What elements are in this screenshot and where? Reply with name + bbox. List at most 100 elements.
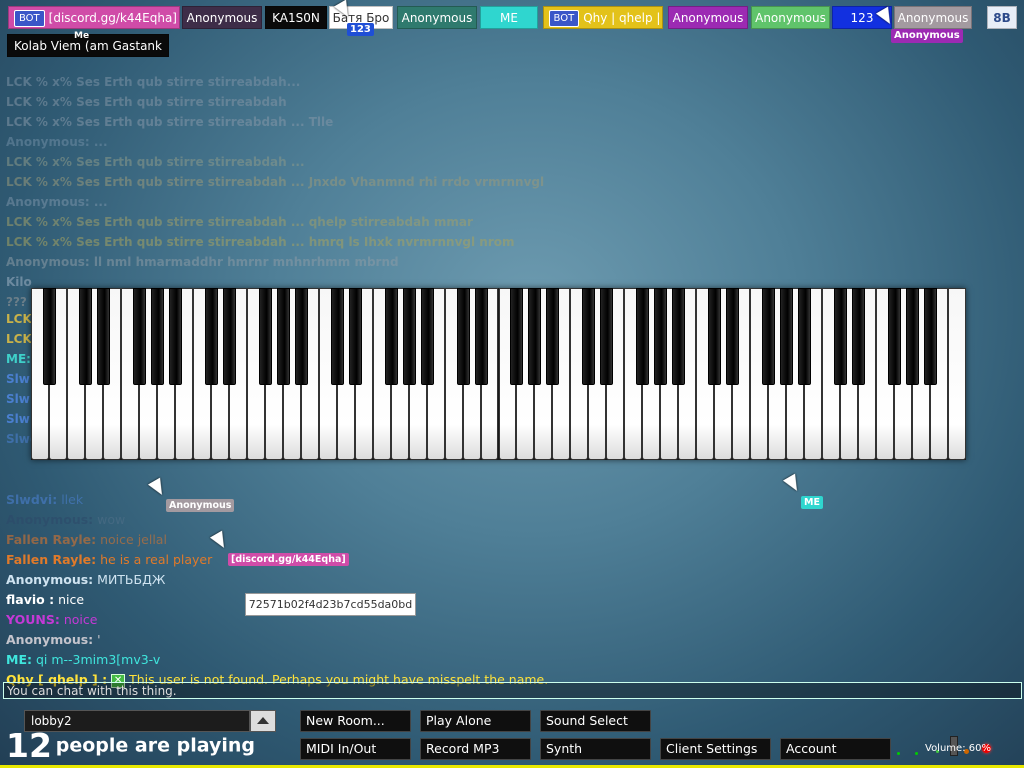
piano-black-key[interactable] (924, 288, 938, 385)
piano-black-key[interactable] (708, 288, 722, 385)
participant-chip[interactable]: 8B (987, 6, 1017, 29)
me-label: Me (74, 31, 90, 41)
record-mp3-button[interactable]: Record MP3 (420, 738, 531, 760)
chat-message: he is a real player (100, 552, 213, 567)
sound-select-button[interactable]: Sound Select (540, 710, 651, 732)
piano-black-key[interactable] (762, 288, 776, 385)
piano-black-key[interactable] (474, 288, 488, 385)
piano-black-key[interactable] (276, 288, 290, 385)
player-count-label: people are playing (55, 734, 255, 757)
piano-black-key[interactable] (204, 288, 218, 385)
piano-black-key[interactable] (780, 288, 794, 385)
piano-black-key[interactable] (150, 288, 164, 385)
chat-line-faded: LCK % x% Ses Erth qub stirre stirreabdah… (6, 235, 515, 249)
chat-line-partial: LCK (6, 312, 32, 326)
count-badge: 123 (347, 23, 374, 36)
chat-nick[interactable]: Fallen Rayle: (6, 552, 96, 567)
volume-led (915, 752, 918, 755)
piano-black-key[interactable] (222, 288, 236, 385)
chat-nick[interactable]: Anonymous: (6, 632, 93, 647)
chat-line: Anonymous: МИТЬБДЖ (6, 570, 706, 590)
piano-black-key[interactable] (582, 288, 596, 385)
piano-black-key[interactable] (78, 288, 92, 385)
chat-line: Slwdvi: llek (6, 490, 706, 510)
chat-history-faded: LCK % x% Ses Erth qub stirre stirreabdah… (6, 72, 646, 312)
piano-black-key[interactable] (510, 288, 524, 385)
chat-message: nice (58, 592, 85, 607)
participant-chip[interactable]: Anonymous (397, 6, 477, 29)
volume-led (897, 752, 900, 755)
user-id-tooltip: 72571b02f4d23b7cd55da0bd (245, 593, 416, 616)
volume-control[interactable]: Volume: 60% (897, 722, 1010, 762)
piano-white-key[interactable] (948, 288, 966, 460)
piano-black-key[interactable] (330, 288, 344, 385)
piano-black-key[interactable] (456, 288, 470, 385)
piano-black-key[interactable] (546, 288, 560, 385)
participant-chip[interactable]: Anonymous (894, 6, 972, 29)
piano-black-key[interactable] (132, 288, 146, 385)
chat-nick[interactable]: Fallen Rayle: (6, 532, 96, 547)
chat-nick[interactable]: YOUNS: (6, 612, 60, 627)
participant-chip[interactable]: BOT [discord.gg/k44Eqha] (8, 6, 180, 29)
piano-black-key[interactable] (96, 288, 110, 385)
cursor-label: [discord.gg/k44Eqha] (228, 553, 349, 566)
new-room-button[interactable]: New Room... (300, 710, 411, 732)
chat-line-faded: LCK % x% Ses Erth qub stirre stirreabdah (6, 95, 287, 109)
piano-black-key[interactable] (888, 288, 902, 385)
piano-black-key[interactable] (654, 288, 668, 385)
piano-black-key[interactable] (258, 288, 272, 385)
client-settings-button[interactable]: Client Settings (660, 738, 771, 760)
bot-badge: BOT (14, 10, 45, 27)
bottom-bar: lobby2 12 people are playing New Room...… (0, 704, 1024, 768)
chat-line-faded: Anonymous: ... (6, 135, 108, 149)
chat-input[interactable] (3, 682, 1022, 699)
participant-chip[interactable]: Anonymous (751, 6, 830, 29)
piano-black-key[interactable] (294, 288, 308, 385)
piano-black-key[interactable] (168, 288, 182, 385)
chat-message: МИТЬБДЖ (97, 572, 166, 587)
chat-nick[interactable]: Anonymous: (6, 572, 93, 587)
account-button[interactable]: Account (780, 738, 891, 760)
piano-black-key[interactable] (636, 288, 650, 385)
mouse-cursor-icon (782, 473, 804, 495)
chat-message: ' (97, 632, 101, 647)
participant-chip[interactable]: Anonymous (668, 6, 748, 29)
piano-black-key[interactable] (600, 288, 614, 385)
piano-black-key[interactable] (528, 288, 542, 385)
participant-chip[interactable]: ME (480, 6, 538, 29)
midi-button[interactable]: MIDI In/Out (300, 738, 411, 760)
play-alone-button[interactable]: Play Alone (420, 710, 531, 732)
chat-nick[interactable]: ME: (6, 652, 32, 667)
chat-nick[interactable]: Slwdvi: (6, 492, 57, 507)
synth-button[interactable]: Synth (540, 738, 651, 760)
piano-black-key[interactable] (834, 288, 848, 385)
piano-black-key[interactable] (798, 288, 812, 385)
piano-keyboard[interactable] (31, 288, 966, 460)
chat-message: qi m--3mim3[mv3-v (35, 652, 161, 667)
chat-line: Anonymous: wow (6, 510, 706, 530)
chat-line-faded: Anonymous: ll nml hmarmaddhr hmrnr mnhnr… (6, 255, 399, 269)
bot-badge: BOT (548, 10, 580, 27)
piano-black-key[interactable] (726, 288, 740, 385)
chat-line-partial: Slw (6, 412, 30, 426)
chat-message: wow (97, 512, 126, 527)
participant-bar: BOT [discord.gg/k44Eqha] Anonymous KA1S0N… (6, 0, 1024, 57)
participant-chip[interactable]: Anonymous (182, 6, 262, 29)
participant-subtag: Anonymous (891, 29, 963, 43)
participant-chip[interactable]: KA1S0N (265, 6, 327, 29)
chat-line: ME: qi m--3mim3[mv3-v (6, 650, 706, 670)
participant-chip[interactable]: BOT Qhy | qhelp | (543, 6, 663, 29)
piano-black-key[interactable] (672, 288, 686, 385)
piano-black-key[interactable] (384, 288, 398, 385)
piano-black-key[interactable] (852, 288, 866, 385)
piano-black-key[interactable] (906, 288, 920, 385)
chat-nick[interactable]: Anonymous: (6, 512, 93, 527)
piano-black-key[interactable] (402, 288, 416, 385)
chat-message: noice jellal (100, 532, 167, 547)
piano-black-key[interactable] (42, 288, 56, 385)
chat-line-faded: LCK % x% Ses Erth qub stirre stirreabdah… (6, 75, 301, 89)
piano-black-key[interactable] (348, 288, 362, 385)
volume-label: Volume: 60% (925, 743, 991, 754)
piano-black-key[interactable] (420, 288, 434, 385)
chat-nick[interactable]: flavio : (6, 592, 54, 607)
